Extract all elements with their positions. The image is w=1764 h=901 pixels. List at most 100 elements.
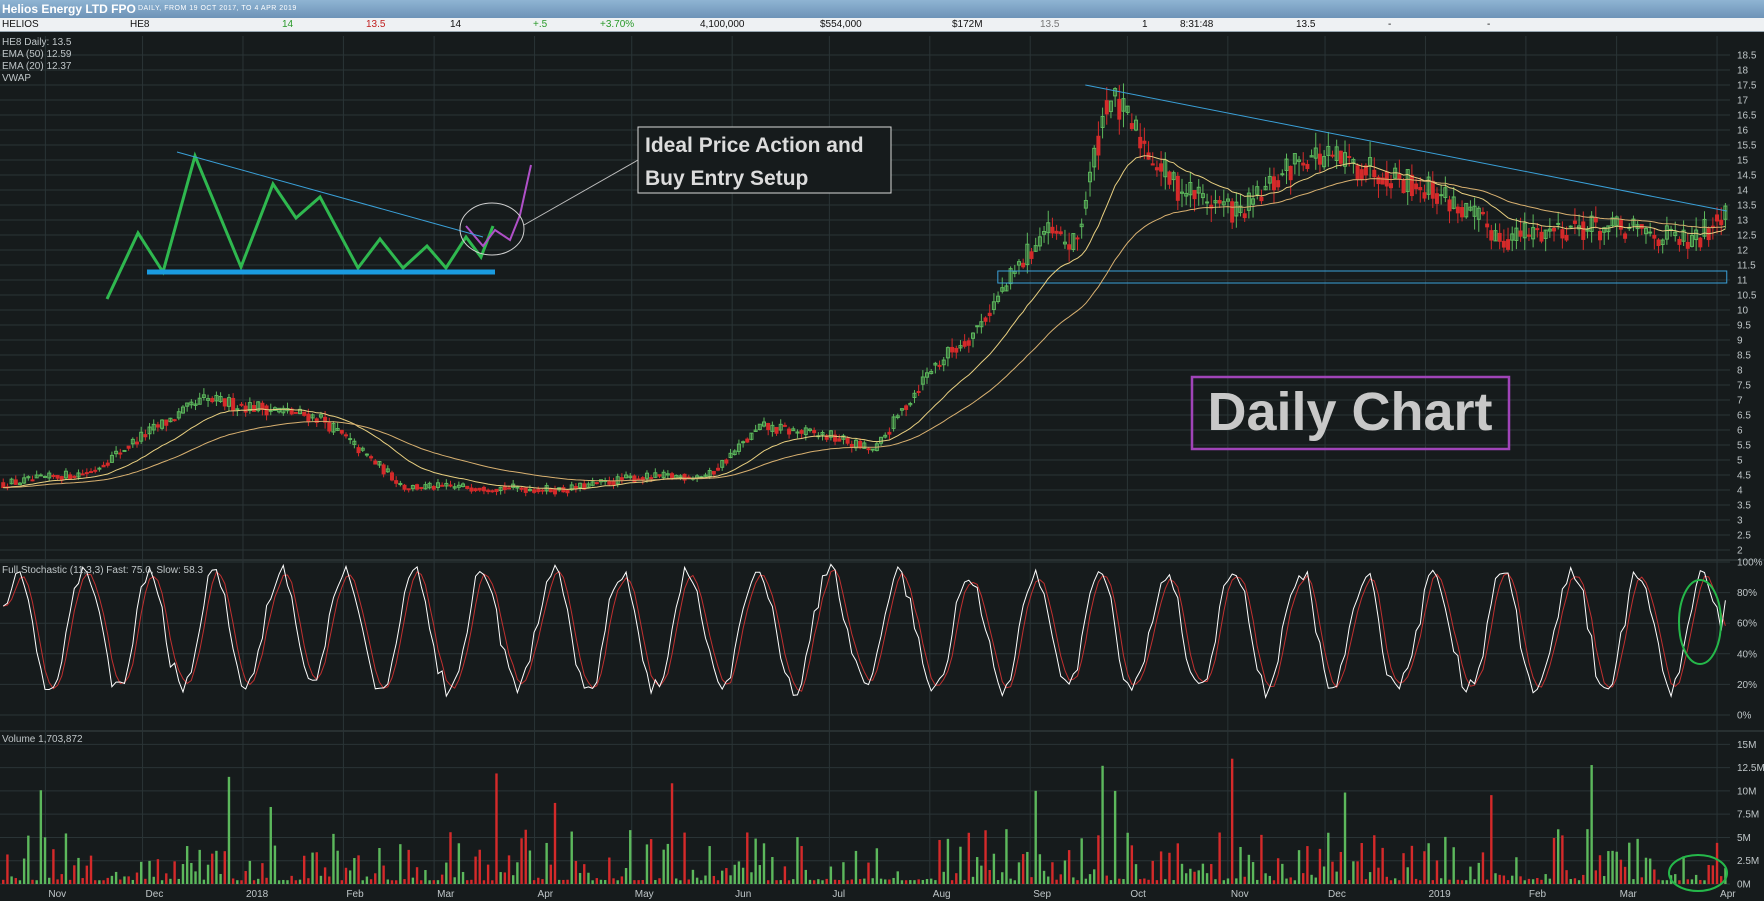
volume-bar bbox=[888, 879, 891, 884]
candle-body bbox=[1075, 237, 1080, 240]
volume-bar bbox=[382, 865, 385, 884]
stochastic-legend: Full Stochastic (11,3,3) Fast: 75.0, Slo… bbox=[2, 565, 203, 576]
volume-bar bbox=[934, 880, 937, 884]
volume-bar bbox=[1481, 852, 1485, 884]
volume-bar bbox=[574, 860, 578, 884]
candle-body bbox=[1154, 167, 1159, 171]
volume-bar bbox=[1239, 846, 1242, 884]
candle-body bbox=[490, 490, 495, 493]
candle-body bbox=[1418, 187, 1423, 191]
volume-bar bbox=[1327, 832, 1330, 884]
volume-bar bbox=[1306, 846, 1309, 884]
volume-bar bbox=[775, 880, 778, 884]
candle-body bbox=[1104, 100, 1109, 115]
volume-bar bbox=[925, 879, 929, 884]
candle-body bbox=[1656, 239, 1661, 247]
candle-body bbox=[348, 438, 353, 441]
volume-bar bbox=[194, 871, 197, 884]
volume-bar bbox=[160, 880, 164, 884]
volume-bar bbox=[511, 875, 515, 884]
volume-bar bbox=[938, 839, 941, 884]
candle-body bbox=[1067, 244, 1072, 250]
candle-body bbox=[1715, 214, 1720, 222]
volume-bar bbox=[269, 806, 272, 884]
volume-bar bbox=[211, 853, 214, 884]
volume-bar bbox=[871, 878, 874, 884]
volume-bar bbox=[704, 875, 707, 884]
volume-bar bbox=[1356, 861, 1359, 884]
candle-body bbox=[1652, 234, 1657, 239]
price-tick-label: 12.5 bbox=[1737, 231, 1757, 242]
volume-bar bbox=[1406, 867, 1409, 884]
volume-bar bbox=[1176, 843, 1180, 884]
volume-bar bbox=[1402, 853, 1405, 884]
candle-body bbox=[649, 477, 654, 480]
x-tick-label: Aug bbox=[933, 889, 951, 900]
candle-body bbox=[1301, 162, 1306, 166]
volume-bar bbox=[1151, 860, 1154, 884]
candle-body bbox=[975, 325, 980, 328]
volume-bar bbox=[1159, 851, 1163, 884]
volume-bar bbox=[913, 880, 916, 884]
volume-bar bbox=[746, 832, 749, 884]
volume-bar bbox=[1201, 863, 1205, 884]
price-tick-label: 10.5 bbox=[1737, 291, 1757, 302]
volume-bar bbox=[1707, 864, 1710, 884]
volume-bar bbox=[248, 860, 252, 884]
candle-body bbox=[1138, 136, 1143, 149]
volume-bar bbox=[1615, 851, 1618, 884]
stochastic-tick-label: 80% bbox=[1737, 588, 1757, 599]
volume-bar bbox=[386, 879, 389, 884]
volume-bar bbox=[144, 878, 147, 884]
volume-bar bbox=[365, 876, 369, 884]
price-tick-label: 7.5 bbox=[1737, 381, 1751, 392]
volume-bar bbox=[152, 876, 155, 884]
quote-volume: 4,100,000 bbox=[700, 19, 745, 30]
volume-bar bbox=[1352, 861, 1355, 884]
candle-body bbox=[1355, 165, 1360, 180]
candle-body bbox=[782, 424, 787, 427]
candle-body bbox=[381, 464, 386, 475]
price-tick-label: 4 bbox=[1737, 486, 1743, 497]
volume-bar bbox=[658, 878, 661, 884]
candle-body bbox=[415, 484, 420, 490]
candle-body bbox=[1276, 180, 1281, 188]
candle-body bbox=[741, 441, 746, 444]
candle-body bbox=[364, 453, 369, 456]
volume-bar bbox=[1565, 870, 1568, 884]
price-tick-label: 14.5 bbox=[1737, 171, 1757, 182]
volume-bar bbox=[1109, 880, 1113, 884]
volume-bar bbox=[294, 880, 298, 884]
volume-bar bbox=[996, 880, 1000, 884]
volume-bar bbox=[1339, 851, 1343, 884]
volume-bar bbox=[1469, 866, 1472, 884]
volume-bar bbox=[265, 877, 268, 884]
volume-bar bbox=[1393, 878, 1397, 884]
volume-bar bbox=[1561, 835, 1564, 884]
candle-body bbox=[766, 422, 771, 431]
candle-body bbox=[1593, 217, 1598, 223]
volume-bar bbox=[1293, 880, 1297, 884]
quote-offer: 13.5 bbox=[366, 19, 386, 30]
candle-body bbox=[1305, 163, 1310, 170]
volume-bar bbox=[1715, 842, 1719, 884]
volume-bar bbox=[950, 880, 954, 884]
volume-bar bbox=[240, 880, 243, 884]
x-tick-label: May bbox=[635, 889, 654, 900]
volume-bar bbox=[1619, 859, 1623, 884]
volume-bar bbox=[273, 845, 277, 884]
volume-bar bbox=[867, 862, 870, 884]
volume-bar bbox=[679, 880, 682, 884]
volume-bar bbox=[838, 880, 841, 884]
volume-bar bbox=[858, 879, 862, 884]
volume-bar bbox=[135, 872, 139, 884]
volume-bar bbox=[1347, 880, 1351, 884]
volume-bar bbox=[863, 878, 866, 884]
candle-body bbox=[469, 487, 474, 492]
volume-bar bbox=[1452, 847, 1455, 884]
price-legend-line-4: VWAP bbox=[2, 73, 31, 84]
volume-bar bbox=[1636, 838, 1639, 884]
volume-bar bbox=[1703, 880, 1706, 884]
volume-bar bbox=[236, 880, 239, 884]
candle-body bbox=[1455, 206, 1460, 214]
